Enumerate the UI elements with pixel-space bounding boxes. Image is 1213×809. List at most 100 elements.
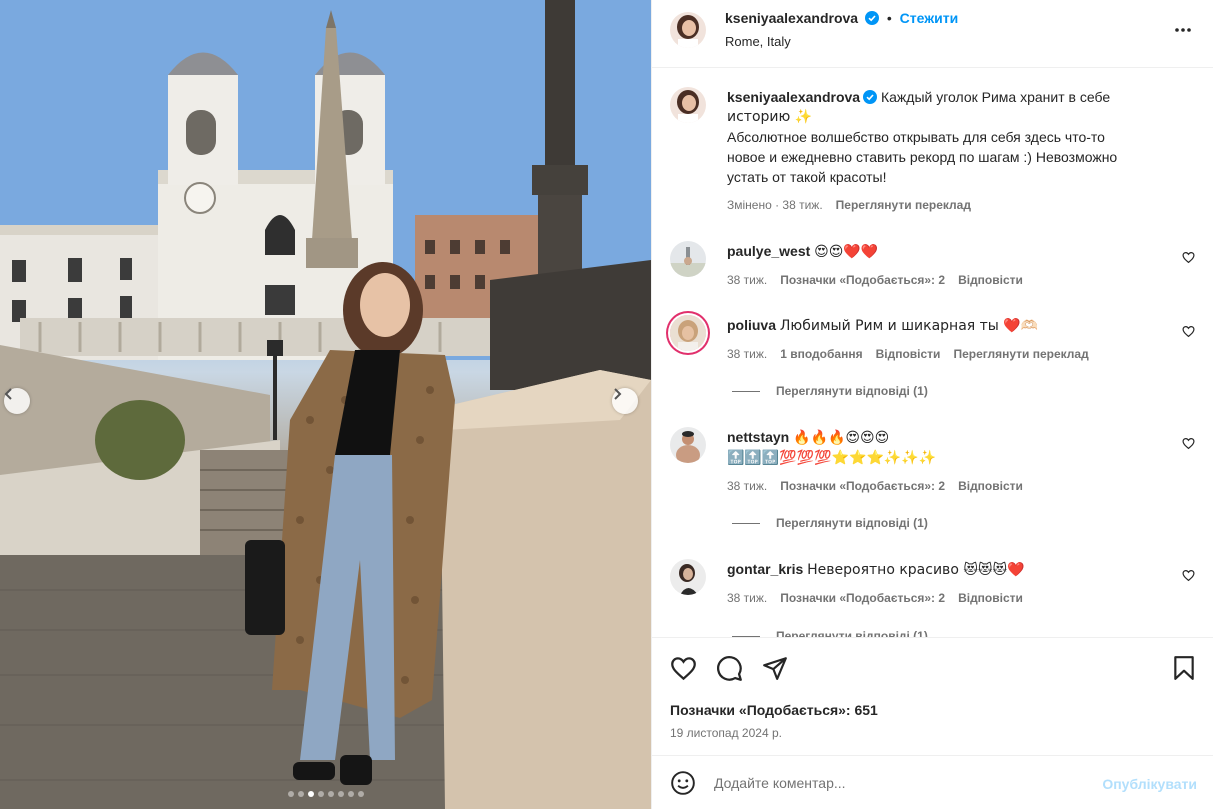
view-replies-button[interactable]: Переглянути відповіді (1) [732, 384, 928, 398]
comment-meta: 38 тиж. Позначки «Подобається»: 2 Відпов… [727, 588, 1195, 608]
replies-divider [732, 522, 760, 524]
separator-dot: • [886, 10, 892, 26]
photo-illustration [0, 0, 651, 809]
carousel-next-button[interactable] [612, 388, 638, 414]
comments-list[interactable]: kseniyaalexandrova Каждый уголок Рима хр… [652, 69, 1213, 637]
chevron-right-icon [614, 388, 622, 400]
comment-button[interactable] [716, 655, 743, 685]
share-button[interactable] [762, 655, 788, 684]
like-button[interactable] [670, 655, 697, 685]
comment-text: Любимый Рим и шикарная ты ❤️🫶🏻 [779, 318, 1039, 334]
view-replies-label: Переглянути відповіді (1) [776, 629, 928, 637]
commenter-avatar[interactable] [670, 241, 706, 277]
comment-likes-link[interactable]: 1 вподобання [780, 344, 862, 364]
more-horizontal-icon [1175, 28, 1191, 32]
avatar-image [670, 241, 706, 277]
verified-badge-icon [863, 90, 878, 104]
likes-count[interactable]: Позначки «Подобається»: 651 [670, 702, 878, 718]
author-avatar[interactable] [670, 87, 706, 123]
comment-likes-link[interactable]: Позначки «Подобається»: 2 [780, 476, 945, 496]
more-options-button[interactable] [1173, 20, 1193, 43]
avatar-image [670, 87, 706, 123]
comment-like-button[interactable] [1182, 437, 1195, 453]
comment-meta: 38 тиж. Позначки «Подобається»: 2 Відпов… [727, 270, 1195, 290]
heart-icon [1182, 570, 1195, 582]
carousel-dot [327, 791, 334, 797]
heart-icon [671, 657, 696, 681]
carousel-dot [347, 791, 354, 797]
follow-button[interactable]: Стежити [900, 10, 959, 26]
comment-item: poliuva Любимый Рим и шикарная ты ❤️🫶🏻 3… [670, 315, 1195, 364]
comment-reply-link[interactable]: Відповісти [876, 344, 941, 364]
comment-age: 38 тиж. [727, 479, 768, 493]
post-photo[interactable] [0, 0, 651, 809]
caption-text-line5: устать от такой красоты! [727, 169, 887, 185]
commenter-avatar[interactable] [670, 427, 706, 463]
publish-button[interactable]: Опублікувати [1102, 776, 1197, 792]
comment-username[interactable]: gontar_kris [727, 561, 803, 577]
post-header: kseniyaalexandrova • Стежити Rome, Italy [652, 0, 1213, 68]
carousel-dot [337, 791, 344, 797]
comment-meta: 38 тиж. Позначки «Подобається»: 2 Відпов… [727, 476, 1195, 496]
caption-text-line4: новое и ежедневно ставить рекорд по шага… [727, 149, 1118, 165]
comment-like-button[interactable] [1182, 251, 1195, 267]
view-replies-button[interactable]: Переглянути відповіді (1) [732, 516, 928, 530]
post-location[interactable]: Rome, Italy [725, 34, 791, 49]
heart-icon [1182, 252, 1195, 264]
comment-composer: Опублікувати [652, 755, 1213, 809]
comment-text: Невероятно красиво 😻😻😻❤️ [807, 562, 1025, 578]
caption-meta: Змінено · 38 тиж. Переглянути переклад [727, 195, 1195, 215]
comment-text: 🔥🔥🔥😍😍😍 [793, 430, 890, 446]
comment-username[interactable]: poliuva [727, 317, 776, 333]
bookmark-icon [1174, 656, 1194, 680]
carousel-dot [317, 791, 324, 797]
emoji-icon [671, 771, 695, 795]
caption-text-line3: Абсолютное волшебство открывать для себя… [727, 129, 1105, 145]
comment-likes-link[interactable]: Позначки «Подобається»: 2 [780, 270, 945, 290]
caption-text-line2: историю ✨ [727, 109, 813, 125]
view-replies-button[interactable]: Переглянути відповіді (1) [732, 629, 928, 637]
caption-edited-time: Змінено · 38 тиж. [727, 198, 823, 212]
comment-reply-link[interactable]: Відповісти [958, 270, 1023, 290]
emoji-button[interactable] [670, 770, 696, 799]
comment-age: 38 тиж. [727, 591, 768, 605]
comment-age: 38 тиж. [727, 347, 768, 361]
verified-badge-icon [864, 11, 879, 25]
avatar-image [670, 559, 706, 595]
comment-like-button[interactable] [1182, 325, 1195, 341]
carousel-indicator [0, 791, 651, 797]
chevron-left-icon [4, 388, 12, 400]
post-date: 19 листопад 2024 р. [670, 726, 782, 740]
post-details-panel: kseniyaalexandrova • Стежити Rome, Italy [651, 0, 1213, 809]
carousel-prev-button[interactable] [4, 388, 30, 414]
view-replies-label: Переглянути відповіді (1) [776, 384, 928, 398]
comment-item: paulye_west 😍😍❤️❤️ 38 тиж. Позначки «Под… [670, 241, 1195, 290]
comment-text-line2: 🔝🔝🔝💯💯💯⭐⭐⭐✨✨✨ [727, 450, 937, 466]
comment-input[interactable] [714, 770, 1094, 796]
comment-username[interactable]: nettstayn [727, 429, 789, 445]
avatar-image [670, 12, 706, 48]
comment-icon [717, 656, 742, 681]
heart-icon [1182, 438, 1195, 450]
carousel-dot [307, 791, 314, 797]
comment-reply-link[interactable]: Відповісти [958, 588, 1023, 608]
save-button[interactable] [1171, 655, 1197, 684]
carousel-dot [357, 791, 364, 797]
comment-translate-link[interactable]: Переглянути переклад [953, 344, 1088, 364]
comment-like-button[interactable] [1182, 569, 1195, 585]
caption-username[interactable]: kseniyaalexandrova [727, 89, 860, 105]
carousel-dot [297, 791, 304, 797]
carousel-dot [287, 791, 294, 797]
comment-reply-link[interactable]: Відповісти [958, 476, 1023, 496]
commenter-avatar[interactable] [670, 315, 706, 351]
comment-meta: 38 тиж. 1 вподобання Відповісти Переглян… [727, 344, 1195, 364]
view-replies-label: Переглянути відповіді (1) [776, 516, 928, 530]
comment-username[interactable]: paulye_west [727, 243, 810, 259]
author-avatar[interactable] [670, 12, 706, 48]
comment-item: gontar_kris Невероятно красиво 😻😻😻❤️ 38 … [670, 559, 1195, 608]
comment-likes-link[interactable]: Позначки «Подобається»: 2 [780, 588, 945, 608]
caption-translate-link[interactable]: Переглянути переклад [836, 195, 971, 215]
avatar-image [670, 427, 706, 463]
commenter-avatar[interactable] [670, 559, 706, 595]
author-username[interactable]: kseniyaalexandrova [725, 10, 858, 26]
